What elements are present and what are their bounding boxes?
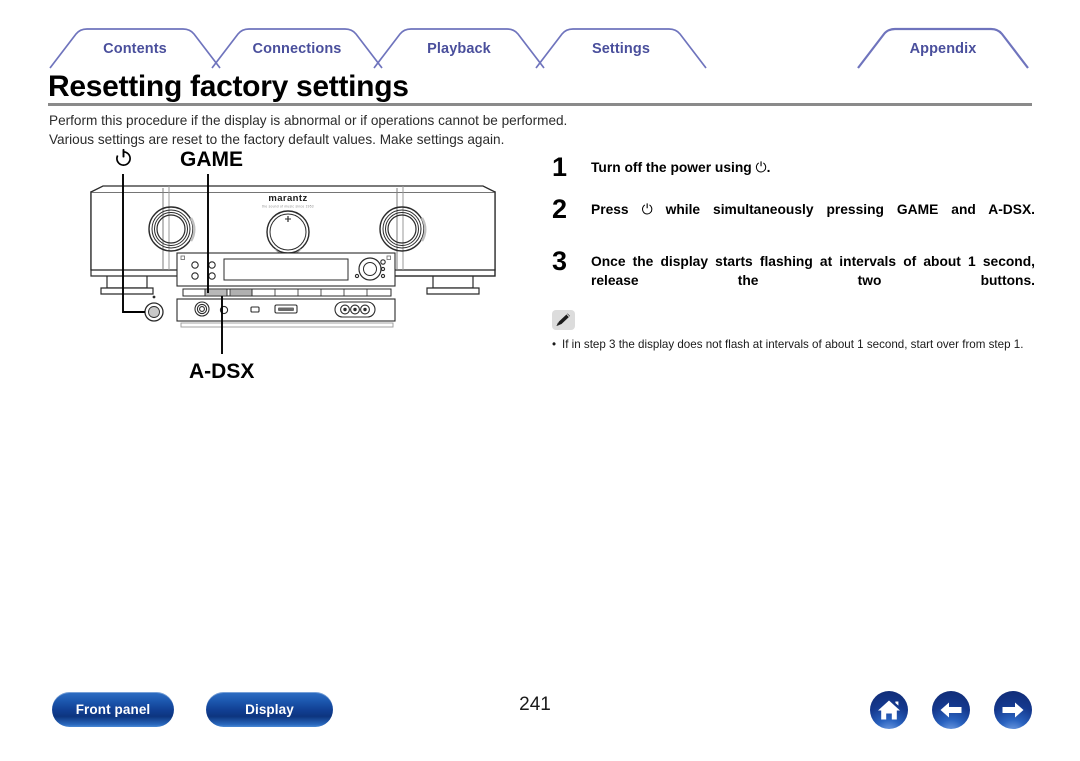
intro-line-2: Various settings are reset to the factor… bbox=[49, 131, 505, 147]
front-panel-button[interactable]: Front panel bbox=[52, 692, 174, 727]
receiver-drawing: marantz the sound of music since 1953 bbox=[90, 174, 496, 354]
step-1-text: Turn off the power using ⏻. bbox=[591, 158, 1035, 177]
tab-bar: Contents Connections Playback Settings A… bbox=[0, 0, 1080, 72]
svg-text:the sound of music since 1953: the sound of music since 1953 bbox=[262, 205, 314, 209]
svg-text:marantz: marantz bbox=[268, 193, 307, 204]
home-icon bbox=[878, 700, 900, 720]
tab-connections[interactable]: Connections bbox=[253, 41, 342, 57]
tab-settings[interactable]: Settings bbox=[592, 41, 650, 57]
power-button bbox=[144, 295, 164, 322]
callout-adsx-label: A-DSX bbox=[189, 360, 255, 383]
arrow-right-icon bbox=[1002, 702, 1024, 718]
power-icon bbox=[116, 148, 131, 166]
step-1-text-before: Turn off the power using bbox=[591, 160, 756, 175]
tab-contents[interactable]: Contents bbox=[103, 41, 167, 57]
step-3: 3 Once the display starts flashing at in… bbox=[552, 246, 1035, 309]
back-button[interactable] bbox=[932, 691, 970, 729]
step-1-number: 1 bbox=[552, 152, 568, 182]
tab-appendix[interactable]: Appendix bbox=[910, 41, 977, 57]
source-button-row bbox=[182, 288, 392, 297]
step-1-text-after: . bbox=[766, 160, 771, 175]
step-2-text-after: while simultaneously pressing GAME and A… bbox=[652, 202, 1035, 217]
arrow-left-icon bbox=[940, 702, 962, 718]
pencil-icon bbox=[552, 310, 575, 330]
page-number: 241 bbox=[519, 694, 551, 715]
title-divider bbox=[48, 103, 1032, 106]
receiver-illustration: marantz the sound of music since 1953 GA… bbox=[85, 148, 500, 397]
steps-list: 1 Turn off the power using ⏻. 2 Press ⏻ … bbox=[552, 152, 1035, 323]
display-panel bbox=[176, 252, 396, 287]
power-icon: ⏻ bbox=[641, 201, 653, 217]
tab-playback[interactable]: Playback bbox=[427, 41, 491, 57]
display-button[interactable]: Display bbox=[206, 692, 333, 727]
brand-logo: marantz the sound of music since 1953 bbox=[262, 193, 314, 209]
step-3-number: 3 bbox=[552, 246, 568, 276]
front-jack-panel bbox=[176, 298, 396, 328]
callout-game-label: GAME bbox=[180, 148, 243, 171]
home-button[interactable] bbox=[870, 691, 908, 729]
intro-line-1: Perform this procedure if the display is… bbox=[49, 113, 568, 128]
step-2: 2 Press ⏻ while simultaneously pressing … bbox=[552, 194, 1035, 238]
note-bullet: If in step 3 the display does not flash … bbox=[552, 337, 1035, 353]
step-2-text-before: Press bbox=[591, 202, 642, 217]
forward-button[interactable] bbox=[994, 691, 1032, 729]
step-3-text: Once the display starts flashing at inte… bbox=[591, 254, 1035, 288]
step-1: 1 Turn off the power using ⏻. bbox=[552, 152, 1035, 186]
intro-text: Perform this procedure if the display is… bbox=[49, 112, 689, 149]
page-title: Resetting factory settings bbox=[48, 70, 409, 103]
power-icon: ⏻ bbox=[755, 159, 767, 175]
tab-shapes bbox=[49, 27, 1029, 69]
step-2-text: Press ⏻ while simultaneously pressing GA… bbox=[591, 200, 1035, 238]
step-2-number: 2 bbox=[552, 194, 568, 224]
note-block: If in step 3 the display does not flash … bbox=[552, 310, 1035, 353]
